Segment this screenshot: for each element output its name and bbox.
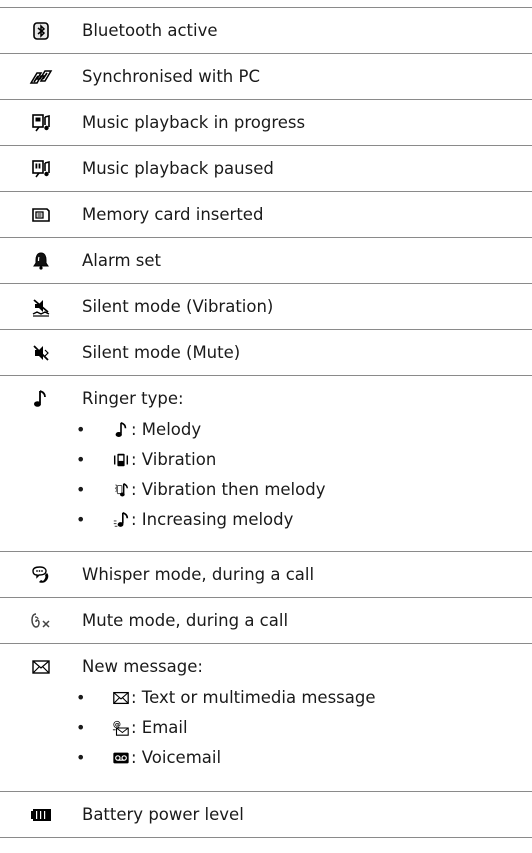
table-row: Music playback paused bbox=[0, 146, 532, 192]
mute-call-icon bbox=[31, 613, 50, 628]
list-item: • : Voicemail bbox=[76, 743, 532, 773]
row-label: Bluetooth active bbox=[82, 21, 218, 40]
table-row: Alarm set bbox=[0, 238, 532, 284]
bluetooth-icon bbox=[33, 22, 49, 40]
melody-icon bbox=[115, 422, 127, 438]
row-label: Synchronised with PC bbox=[82, 67, 260, 86]
table-row: Music playback in progress bbox=[0, 100, 532, 146]
increasing-melody-icon bbox=[113, 512, 129, 527]
table-row: Silent mode (Mute) bbox=[0, 330, 532, 376]
list-item: • : Increasing melody bbox=[76, 505, 532, 535]
list-item: • : Melody bbox=[76, 415, 532, 445]
row-label: Whisper mode, during a call bbox=[82, 565, 315, 584]
ringer-note-icon bbox=[34, 390, 46, 407]
row-label: Battery power level bbox=[82, 805, 244, 824]
silent-mute-icon bbox=[33, 345, 49, 361]
list-item-label: : Increasing melody bbox=[131, 510, 294, 529]
status-icon-table: Bluetooth active Synchronised with PC Mu… bbox=[0, 7, 532, 838]
bullet: • bbox=[76, 688, 86, 707]
row-label: Silent mode (Mute) bbox=[82, 343, 241, 362]
memory-card-icon bbox=[32, 208, 50, 222]
row-label: Ringer type: bbox=[82, 389, 184, 408]
vibration-icon bbox=[113, 453, 129, 467]
music-playing-icon bbox=[32, 114, 50, 132]
row-label: Music playback paused bbox=[82, 159, 274, 178]
row-label: Memory card inserted bbox=[82, 205, 264, 224]
battery-icon bbox=[31, 809, 51, 821]
table-row: Ringer type: • : Melody • : Vibration • … bbox=[0, 376, 532, 552]
envelope-icon bbox=[32, 660, 50, 674]
bullet: • bbox=[76, 420, 86, 439]
list-item-label: : Voicemail bbox=[131, 748, 222, 767]
bullet: • bbox=[76, 480, 86, 499]
row-label: Alarm set bbox=[82, 251, 162, 270]
whisper-mode-icon bbox=[32, 566, 49, 583]
list-item-label: : Vibration bbox=[131, 450, 217, 469]
row-label: Music playback in progress bbox=[82, 113, 306, 132]
table-row: Whisper mode, during a call bbox=[0, 552, 532, 598]
bullet: • bbox=[76, 510, 86, 529]
list-item-label: : Melody bbox=[131, 420, 202, 439]
list-item-label: : Vibration then melody bbox=[131, 480, 326, 499]
sync-pc-icon bbox=[29, 70, 53, 84]
list-item: • : Text or multimedia message bbox=[76, 683, 532, 713]
table-row: Memory card inserted bbox=[0, 192, 532, 238]
vibration-then-melody-icon bbox=[114, 483, 129, 497]
voicemail-icon bbox=[113, 752, 129, 764]
row-label: Mute mode, during a call bbox=[82, 611, 289, 630]
music-paused-icon bbox=[32, 160, 50, 178]
text-message-icon bbox=[113, 691, 129, 705]
table-row: New message: • : Text or multimedia mess… bbox=[0, 644, 532, 792]
table-row: Battery power level bbox=[0, 792, 532, 838]
row-label: Silent mode (Vibration) bbox=[82, 297, 274, 316]
list-item: • @ : Email bbox=[76, 713, 532, 743]
bullet: • bbox=[76, 718, 86, 737]
list-item-label: : Text or multimedia message bbox=[131, 688, 376, 707]
bullet: • bbox=[76, 450, 86, 469]
table-row: Bluetooth active bbox=[0, 8, 532, 54]
alarm-bell-icon bbox=[33, 252, 49, 270]
table-row: Mute mode, during a call bbox=[0, 598, 532, 644]
table-row: Silent mode (Vibration) bbox=[0, 284, 532, 330]
bullet: • bbox=[76, 748, 86, 767]
table-row: Synchronised with PC bbox=[0, 54, 532, 100]
list-item-label: : Email bbox=[131, 718, 188, 737]
email-icon: @ bbox=[112, 719, 129, 736]
row-label: New message: bbox=[82, 657, 203, 676]
list-item: • : Vibration then melody bbox=[76, 475, 532, 505]
list-item: • : Vibration bbox=[76, 445, 532, 475]
silent-vibration-icon bbox=[32, 299, 50, 317]
